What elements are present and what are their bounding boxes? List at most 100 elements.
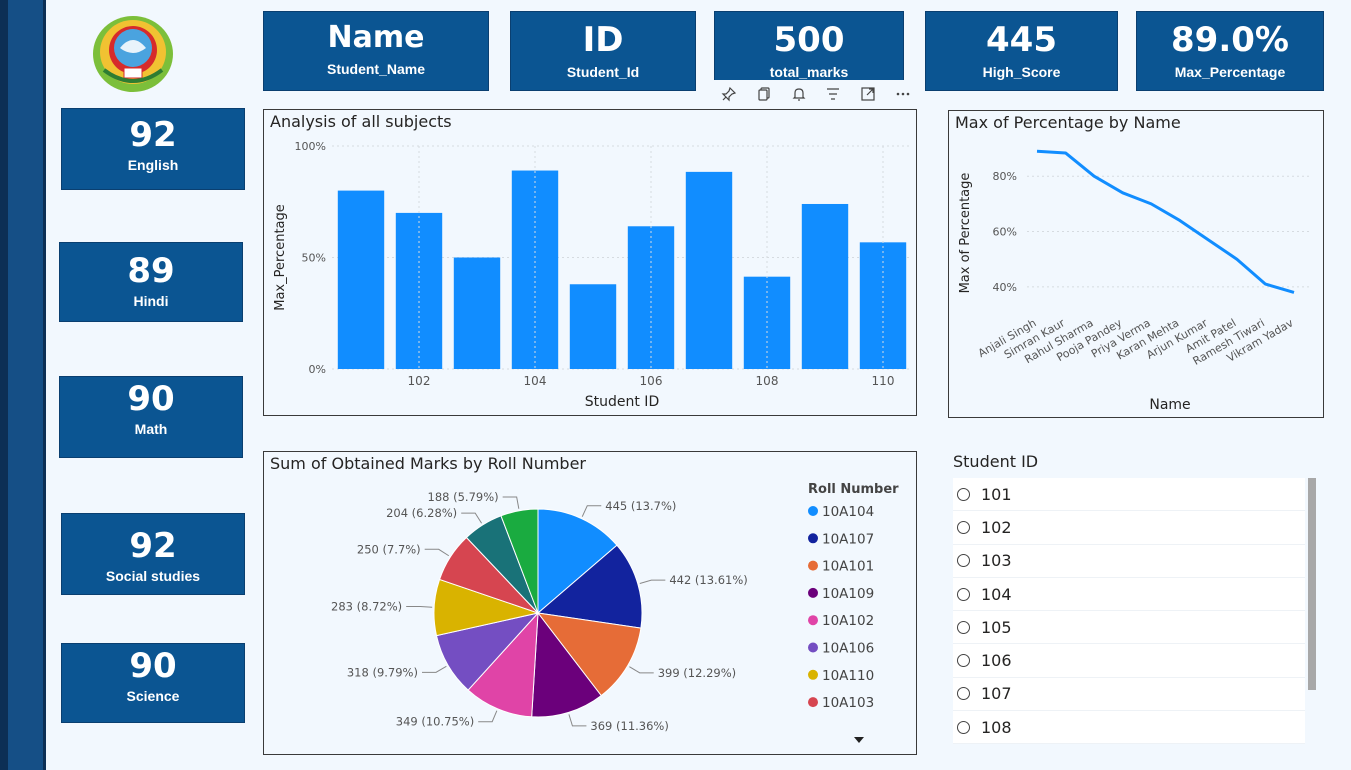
legend-item: 10A110 xyxy=(822,668,874,684)
slicer-item-label: 106 xyxy=(981,651,1012,671)
radio-button[interactable] xyxy=(957,587,970,601)
subject-score: 89 xyxy=(127,251,175,291)
kpi-card-total-marks: 500 total_marks xyxy=(714,11,904,91)
kpi-value: ID xyxy=(582,20,624,60)
subject-label: Social studies xyxy=(105,568,201,584)
kpi-card-name: Name Student_Name xyxy=(263,11,489,91)
focus-mode-icon[interactable] xyxy=(856,83,880,105)
data-label-leader xyxy=(568,714,587,727)
radio-button[interactable] xyxy=(957,554,970,568)
legend-item: 10A107 xyxy=(822,531,874,547)
legend-item: 10A101 xyxy=(822,559,874,575)
legend-title: Roll Number xyxy=(808,482,899,497)
legend-marker xyxy=(808,506,818,516)
subject-label: Science xyxy=(126,688,180,704)
x-tick-label: 102 xyxy=(408,374,431,388)
radio-button[interactable] xyxy=(957,687,970,701)
slicer-item-label: 104 xyxy=(981,584,1012,604)
data-label: 204 (6.28%) xyxy=(386,506,457,520)
legend-item: 10A103 xyxy=(822,695,874,711)
x-axis-label: Student ID xyxy=(585,394,659,410)
slicer-item[interactable]: 105 xyxy=(953,611,1305,645)
legend-item: 10A104 xyxy=(822,504,874,520)
bar xyxy=(685,171,733,369)
bar xyxy=(511,170,559,369)
slicer-item[interactable]: 106 xyxy=(953,644,1305,678)
bar xyxy=(801,203,849,369)
slicer-item-label: 101 xyxy=(981,484,1012,504)
slicer-scrollbar[interactable] xyxy=(1308,478,1316,690)
subject-card-hindi: 89 Hindi xyxy=(59,242,243,322)
legend-marker xyxy=(808,615,818,626)
slicer-item[interactable]: 103 xyxy=(953,545,1305,578)
student-id-slicer: 101 102 103 104 105 106 107 108 xyxy=(953,478,1305,745)
subject-card-science: 90 Science xyxy=(61,643,245,723)
line-chart-panel: Max of Percentage by Name 40% 60% 80% Anjal… xyxy=(948,110,1324,418)
copy-icon[interactable] xyxy=(752,83,776,105)
legend-item: 10A106 xyxy=(822,641,874,657)
slicer-item-label: 102 xyxy=(981,517,1012,537)
data-label-leader xyxy=(421,665,447,673)
slicer-item[interactable]: 104 xyxy=(953,578,1305,612)
bell-icon[interactable] xyxy=(787,83,811,105)
legend-marker xyxy=(808,669,818,680)
data-label-leader xyxy=(581,505,602,517)
x-tick-label: 110 xyxy=(872,374,895,388)
subject-label: Hindi xyxy=(133,293,169,309)
radio-button[interactable] xyxy=(957,620,970,634)
slicer-item-label: 108 xyxy=(981,717,1012,737)
legend-marker xyxy=(808,533,818,544)
subject-label: Math xyxy=(134,421,168,437)
x-tick-label: 104 xyxy=(524,374,547,388)
radio-button[interactable] xyxy=(957,720,970,734)
subject-score: 90 xyxy=(127,379,175,419)
data-label: 442 (13.61%) xyxy=(669,573,747,587)
legend-scroll-down-icon[interactable] xyxy=(854,737,864,743)
pie-chart: 445 (13.7%) 442 (13.61%) 399 (12.29%) 369 (… xyxy=(331,482,899,743)
slicer-item-label: 107 xyxy=(981,684,1012,704)
data-label-leader xyxy=(629,666,654,674)
more-options-icon[interactable] xyxy=(891,83,915,105)
subject-card-math: 90 Math xyxy=(59,376,243,458)
visual-header-toolbar xyxy=(712,80,920,108)
filter-icon[interactable] xyxy=(821,83,845,105)
x-tick-label: 108 xyxy=(756,374,779,388)
kpi-value: 445 xyxy=(986,20,1057,60)
y-axis-label: Max of Percentage xyxy=(958,173,973,294)
data-label: 399 (12.29%) xyxy=(658,666,736,680)
kpi-label: High_Score xyxy=(982,64,1061,80)
bar-chart: 0% 50% 100% 102 104 106 108 110 Student ID Max_Pe… xyxy=(273,140,912,410)
slicer-item[interactable]: 108 xyxy=(953,711,1305,745)
kpi-value: 500 xyxy=(773,20,845,60)
legend-marker xyxy=(808,642,818,653)
legend-marker xyxy=(808,587,818,598)
kpi-card-max-percentage: 89.0% Max_Percentage xyxy=(1136,11,1324,91)
subject-card-english: 92 English xyxy=(61,108,245,190)
bar-chart-panel: Analysis of all subjects 0% 50% 100% 102 104… xyxy=(263,109,917,416)
y-axis-label: Max_Percentage xyxy=(273,204,288,311)
legend-item: 10A109 xyxy=(822,586,874,602)
data-label: 188 (5.79%) xyxy=(428,490,499,504)
radio-button[interactable] xyxy=(957,487,970,501)
data-label-leader xyxy=(424,548,450,557)
data-label-leader xyxy=(639,579,666,584)
slicer-item[interactable]: 107 xyxy=(953,678,1305,712)
legend-marker xyxy=(808,560,818,571)
data-label-leader xyxy=(461,512,483,524)
subject-card-social-studies: 92 Social studies xyxy=(61,513,245,595)
radio-button[interactable] xyxy=(957,520,970,534)
pin-icon[interactable] xyxy=(717,83,741,105)
pie-chart-panel: Sum of Obtained Marks by Roll Number 445… xyxy=(263,451,917,755)
data-label-leader xyxy=(406,606,433,608)
slicer-item[interactable]: 102 xyxy=(953,511,1305,545)
data-label: 283 (8.72%) xyxy=(331,600,402,614)
radio-button[interactable] xyxy=(957,654,970,668)
slicer-item-label: 103 xyxy=(981,551,1012,571)
y-tick-label: 100% xyxy=(295,140,326,153)
slicer-item[interactable]: 101 xyxy=(953,478,1305,512)
bar xyxy=(569,284,617,369)
slicer-title: Student ID xyxy=(953,452,1039,471)
subject-score: 92 xyxy=(129,115,177,155)
bar xyxy=(453,257,501,369)
y-tick-label: 40% xyxy=(993,281,1017,294)
